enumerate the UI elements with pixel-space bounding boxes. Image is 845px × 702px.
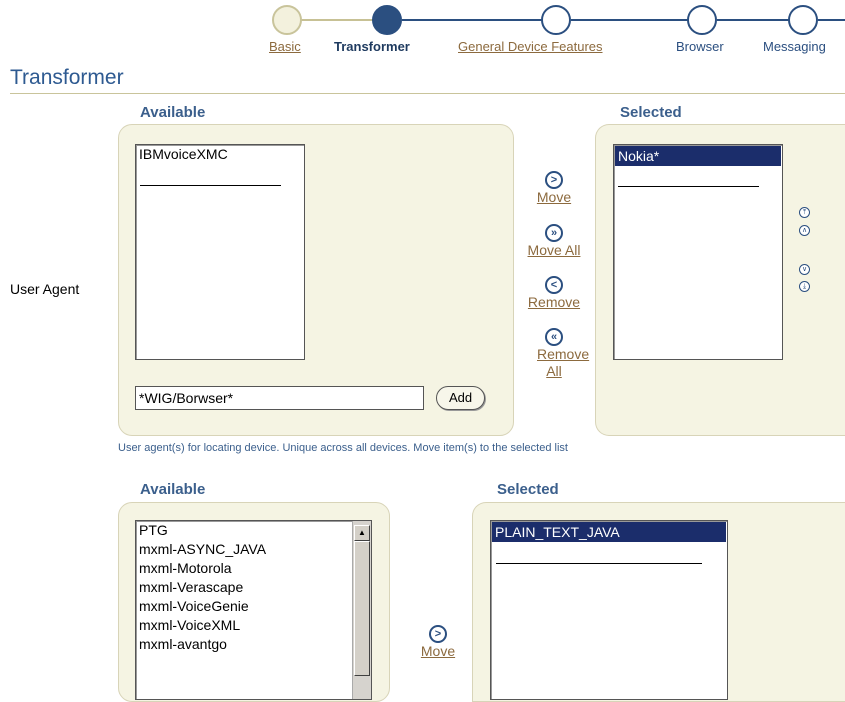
transformer-selected-heading: Selected — [497, 481, 559, 498]
user-agent-available-heading: Available — [140, 104, 206, 121]
list-item[interactable]: PLAIN_TEXT_JAVA — [492, 522, 726, 542]
user-agent-available-list[interactable]: IBMvoiceXMC — [135, 144, 305, 360]
list-item[interactable]: mxml-VoiceXML — [136, 616, 371, 635]
list-item[interactable]: mxml-Verascape — [136, 578, 371, 597]
list-item[interactable]: mxml-avantgo — [136, 635, 371, 654]
user-agent-selected-list[interactable]: Nokia* — [613, 144, 783, 360]
transformer-available-heading: Available — [140, 481, 206, 498]
page-title: Transformer — [10, 66, 124, 89]
list-item[interactable]: mxml-VoiceGenie — [136, 597, 371, 616]
move-all-button[interactable]: » Move All — [524, 223, 584, 259]
move-up-icon[interactable]: ∧ — [799, 225, 810, 236]
list-item[interactable]: IBMvoiceXMC — [136, 145, 304, 164]
remove-all-label[interactable]: Remove All — [537, 346, 589, 380]
step-basic-link[interactable]: Basic — [269, 39, 301, 54]
train-connector — [571, 19, 691, 21]
step-transformer-label: Transformer — [334, 39, 410, 54]
step-messaging-label: Messaging — [763, 39, 826, 54]
list-item[interactable]: Nokia* — [615, 146, 781, 166]
list-separator — [496, 563, 702, 564]
step-transformer-icon — [372, 5, 402, 35]
move-button[interactable]: > Move — [524, 170, 584, 206]
user-agent-input[interactable]: *WIG/Borwser* — [135, 386, 424, 410]
list-item[interactable]: mxml-Motorola — [136, 559, 371, 578]
train-connector — [818, 19, 845, 21]
step-general-device-features-link[interactable]: General Device Features — [458, 39, 603, 54]
remove-icon[interactable]: < — [545, 276, 563, 294]
move-down-icon[interactable]: ∨ — [799, 264, 810, 275]
train-connector — [402, 19, 545, 21]
step-messaging-icon — [788, 5, 818, 35]
move-to-top-icon[interactable]: ⤒ — [799, 207, 810, 218]
move-label[interactable]: Move — [524, 189, 584, 206]
list-separator — [618, 186, 759, 187]
title-divider — [10, 93, 845, 94]
step-general-device-features-icon[interactable] — [541, 5, 571, 35]
list-item[interactable]: mxml-ASYNC_JAVA — [136, 540, 371, 559]
user-agent-selected-heading: Selected — [620, 104, 682, 121]
step-basic-icon[interactable] — [272, 5, 302, 35]
step-browser-label: Browser — [676, 39, 724, 54]
add-button[interactable]: Add — [436, 386, 486, 410]
list-separator — [140, 185, 281, 186]
step-browser-icon — [687, 5, 717, 35]
user-agent-label: User Agent — [10, 281, 80, 297]
scrollbar-thumb[interactable] — [354, 541, 370, 676]
transformer-selected-list[interactable]: PLAIN_TEXT_JAVA — [490, 520, 728, 700]
user-agent-help-text: User agent(s) for locating device. Uniqu… — [118, 442, 568, 454]
move-label[interactable]: Move — [408, 643, 468, 660]
list-item[interactable]: PTG — [136, 521, 371, 540]
train-connector — [717, 19, 792, 21]
move-right-icon[interactable]: > — [429, 625, 447, 643]
remove-all-button[interactable]: « Remove All — [524, 327, 589, 380]
scroll-up-icon[interactable]: ▲ — [354, 525, 370, 541]
transformer-available-scrollbar[interactable]: ▲ — [352, 521, 371, 699]
remove-button[interactable]: < Remove — [524, 275, 584, 311]
move-all-label[interactable]: Move All — [524, 242, 584, 259]
transformer-move-button[interactable]: > Move — [408, 624, 468, 660]
move-to-bottom-icon[interactable]: ⤓ — [799, 281, 810, 292]
move-all-icon[interactable]: » — [545, 224, 563, 242]
remove-label[interactable]: Remove — [524, 294, 584, 311]
transformer-available-list[interactable]: PTG mxml-ASYNC_JAVA mxml-Motorola mxml-V… — [135, 520, 372, 700]
remove-all-icon[interactable]: « — [545, 328, 563, 346]
move-right-icon[interactable]: > — [545, 171, 563, 189]
